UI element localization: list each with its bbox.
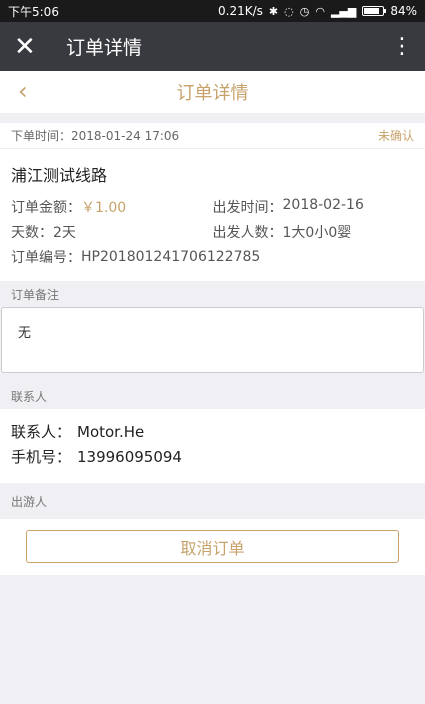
remark-section-title: 订单备注 <box>0 281 425 307</box>
battery-fill <box>364 8 380 14</box>
depart-time-label: 出发时间： <box>212 199 283 216</box>
order-info: 订单金额： ￥1.00 出发时间： 2018-02-16 天数： 2天 出发人数… <box>0 194 425 281</box>
info-row: 订单金额： ￥1.00 出发时间： 2018-02-16 <box>11 194 414 219</box>
action-area: 取消订单 <box>0 519 425 575</box>
amount-value: ￥1.00 <box>81 199 127 216</box>
mute-icon: ◌ <box>284 4 294 18</box>
cancel-order-button[interactable]: 取消订单 <box>26 530 399 563</box>
order-time-label: 下单时间： <box>11 129 72 143</box>
status-time: 下午5:06 <box>8 4 59 19</box>
info-row: 天数： 2天 出发人数： 1大0小0婴 <box>11 219 414 244</box>
days-value: 2天 <box>53 224 76 241</box>
page-title: 订单详情 <box>176 83 249 104</box>
chevron-left-icon[interactable]: ‹ <box>18 79 28 103</box>
days-field: 天数： 2天 <box>11 222 213 242</box>
contact-phone-label: 手机号： <box>11 448 72 466</box>
contact-name-label: 联系人： <box>11 423 72 441</box>
people-label: 出发人数： <box>212 224 283 241</box>
order-card: 下单时间：2018-01-24 17:06 未确认 浦江测试线路 订单金额： ￥… <box>0 123 425 281</box>
order-time: 下单时间：2018-01-24 17:06 <box>11 127 179 144</box>
contact-card: 联系人： Motor.He 手机号： 13996095094 <box>0 409 425 483</box>
order-number-value: HP201801241706122785 <box>81 248 261 265</box>
people-value: 1大0小0婴 <box>282 224 352 241</box>
contact-phone-value: 13996095094 <box>77 447 182 466</box>
remark-content: 无 <box>18 326 32 341</box>
contact-name-row: 联系人： Motor.He <box>11 419 414 444</box>
network-speed: 0.21K/s <box>218 4 263 18</box>
order-number-label: 订单编号： <box>11 249 81 266</box>
alarm-icon: ◷ <box>299 4 310 18</box>
amount-field: 订单金额： ￥1.00 <box>11 197 213 217</box>
contact-name-value: Motor.He <box>77 422 145 441</box>
amount-label: 订单金额： <box>11 199 81 216</box>
depart-time-field: 出发时间： 2018-02-16 <box>213 197 415 217</box>
status-bar: 下午5:06 0.21K/s ✱ ◌ ◷ ◠ ▂▄▆ 84% <box>0 0 425 22</box>
wifi-icon: ◠ <box>315 4 325 18</box>
bluetooth-icon: ✱ <box>268 4 279 18</box>
signal-icon: ▂▄▆ <box>330 4 357 18</box>
travelers-section-title: 出游人 <box>0 483 425 519</box>
days-label: 天数： <box>11 224 53 241</box>
battery-icon <box>362 6 387 16</box>
depart-time-value: 2018-02-16 <box>282 196 364 213</box>
people-field: 出发人数： 1大0小0婴 <box>213 222 415 242</box>
wechat-title-bar: ✕ 订单详情 ⋮ <box>0 22 425 71</box>
order-meta: 下单时间：2018-01-24 17:06 未确认 <box>0 123 425 149</box>
more-vertical-icon[interactable]: ⋮ <box>391 35 413 58</box>
contact-phone-row: 手机号： 13996095094 <box>11 444 414 469</box>
remark-box: 无 <box>1 307 424 373</box>
order-status-badge: 未确认 <box>377 129 414 143</box>
page-header: ‹ 订单详情 <box>0 71 425 113</box>
wechat-title: 订单详情 <box>66 37 143 59</box>
battery-percent: 84% <box>390 4 417 18</box>
status-right: 0.21K/s ✱ ◌ ◷ ◠ ▂▄▆ 84% <box>218 4 417 18</box>
close-icon[interactable]: ✕ <box>14 34 44 60</box>
contact-section-title: 联系人 <box>0 383 425 409</box>
route-name: 浦江测试线路 <box>11 166 108 185</box>
order-time-value: 2018-01-24 17:06 <box>71 129 180 143</box>
info-row: 订单编号： HP201801241706122785 <box>11 244 414 269</box>
